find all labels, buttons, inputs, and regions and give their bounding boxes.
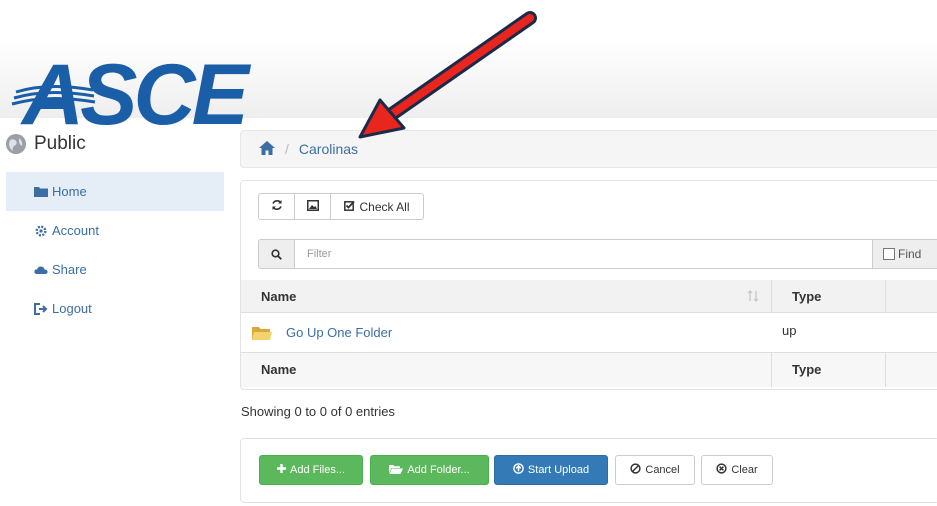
toolbar: Check All: [258, 193, 424, 220]
ban-icon: [630, 463, 642, 477]
table-footer-row: [241, 352, 937, 387]
sidebar-item-label: Account: [52, 223, 99, 238]
sidebar-item-logout[interactable]: Logout: [6, 289, 224, 328]
sidebar-nav: Home Account Share Logout: [6, 172, 224, 328]
search-icon: [258, 239, 295, 269]
cancel-button[interactable]: Cancel: [615, 455, 695, 485]
check-square-icon: [344, 200, 356, 214]
home-icon[interactable]: [259, 140, 275, 158]
breadcrumb-separator: /: [285, 141, 289, 157]
image-view-button[interactable]: [294, 193, 331, 220]
divider: [885, 352, 886, 387]
file-table: Name Type Go Up One Folder up Name Type: [241, 280, 937, 389]
site-title: Public: [6, 133, 86, 155]
breadcrumb-current[interactable]: Carolinas: [299, 141, 358, 157]
add-files-button[interactable]: Add Files...: [259, 455, 363, 485]
row-type: up: [782, 322, 797, 338]
add-folder-label: Add Folder...: [407, 464, 470, 476]
column-header-type[interactable]: Type: [792, 280, 821, 312]
filter-row: Filter Find: [258, 239, 937, 269]
divider: [241, 352, 937, 353]
gear-icon: [34, 224, 48, 237]
remove-circle-icon: [716, 463, 727, 477]
footer-type: Type: [792, 362, 822, 377]
upload-panel: Add Files... Add Folder... Start Upload …: [240, 438, 937, 503]
clear-label: Clear: [731, 464, 758, 476]
check-all-label: Check All: [359, 199, 410, 214]
asce-logo: ASCE: [8, 30, 260, 138]
folder-up-icon: [251, 322, 273, 344]
upload-circle-icon: [513, 463, 524, 477]
plus-icon: [276, 464, 286, 476]
sidebar-item-home[interactable]: Home: [6, 172, 224, 211]
site-title-label: Public: [34, 133, 86, 154]
sidebar-item-label: Share: [52, 262, 87, 277]
table-header-row: [241, 280, 937, 312]
divider: [241, 312, 937, 313]
sidebar-item-label: Home: [52, 184, 87, 199]
folder-icon: [34, 186, 48, 198]
refresh-button[interactable]: [258, 193, 295, 220]
start-upload-label: Start Upload: [527, 464, 590, 476]
folder-open-icon: [389, 464, 404, 477]
sidebar-item-label: Logout: [52, 301, 92, 316]
clear-button[interactable]: Clear: [701, 455, 773, 485]
sidebar-item-share[interactable]: Share: [6, 250, 224, 289]
divider: [771, 352, 772, 387]
sort-icon[interactable]: [747, 280, 759, 312]
divider: [771, 280, 772, 312]
cancel-label: Cancel: [645, 464, 680, 476]
sidebar-item-account[interactable]: Account: [6, 211, 224, 250]
filter-input[interactable]: Filter: [295, 239, 873, 269]
refresh-icon: [271, 199, 283, 214]
file-list-panel: Check All Filter Find Name Type Go Up On…: [240, 180, 937, 390]
cloud-icon: [34, 264, 48, 276]
start-upload-button[interactable]: Start Upload: [494, 455, 608, 485]
divider: [885, 280, 886, 312]
check-all-button[interactable]: Check All: [330, 193, 424, 220]
logout-icon: [34, 302, 48, 315]
logo-text: ASCE: [22, 47, 249, 143]
find-checkbox[interactable]: Find: [873, 239, 937, 269]
go-up-link[interactable]: Go Up One Folder: [286, 312, 392, 352]
find-label: Find: [898, 247, 922, 261]
add-folder-button[interactable]: Add Folder...: [370, 455, 489, 485]
image-icon: [306, 199, 319, 214]
breadcrumb: / Carolinas: [240, 130, 937, 168]
column-header-name[interactable]: Name: [261, 280, 296, 312]
entries-status: Showing 0 to 0 of 0 entries: [241, 404, 395, 419]
add-files-label: Add Files...: [289, 464, 346, 476]
footer-name: Name: [261, 362, 297, 377]
checkbox-icon: [883, 248, 895, 260]
globe-icon: [6, 134, 26, 154]
